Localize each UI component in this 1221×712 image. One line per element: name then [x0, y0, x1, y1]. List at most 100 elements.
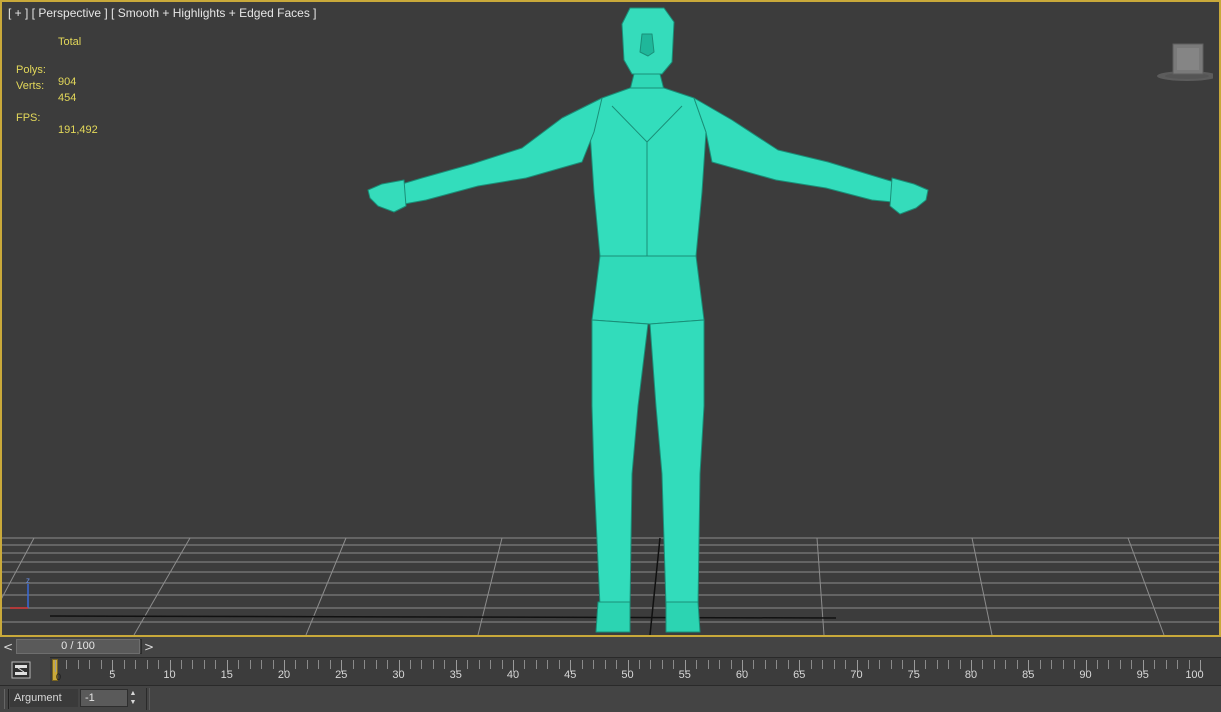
- trackbar-tick-label: 50: [621, 669, 634, 681]
- trackbar-tick: [902, 660, 904, 669]
- trackbar-tick: [822, 660, 824, 669]
- trackbar-tick-label: 100: [1185, 669, 1204, 681]
- trackbar-tick: [787, 660, 789, 669]
- argument-input[interactable]: -1: [80, 689, 128, 707]
- trackbar-tick-label: 70: [850, 669, 863, 681]
- trackbar-tick-label: 80: [964, 669, 978, 681]
- current-frame-marker-label: 0: [56, 672, 62, 682]
- trackbar-tick: [1062, 660, 1064, 669]
- trackbar-tick: [650, 660, 652, 669]
- trackbar-tick: [478, 660, 480, 669]
- trackbar-tick: [238, 660, 240, 669]
- trackbar-tick: [936, 660, 938, 669]
- trackbar-tick: [1165, 660, 1167, 669]
- trackbar-tick: [432, 660, 434, 669]
- trackbar-tick: [318, 660, 320, 669]
- trackbar-tick: [993, 660, 995, 669]
- stats-header: Total: [58, 36, 82, 48]
- trackbar-tick: [730, 660, 732, 669]
- trackbar-tick: [673, 660, 675, 669]
- trackbar-tick: [1074, 660, 1076, 669]
- trackbar-tick: [352, 660, 354, 669]
- trackbar-tick: [925, 660, 927, 669]
- argument-label: Argument: [10, 689, 78, 707]
- trackbar-tick-label: 15: [220, 669, 233, 681]
- fps-value: 191,492: [58, 124, 98, 136]
- trackbar-tick: [89, 660, 91, 669]
- time-slider-thumb[interactable]: 0 / 100: [16, 639, 140, 654]
- trackbar-tick: [467, 660, 469, 669]
- viewport-scene: z: [2, 7, 1219, 635]
- trackbar-tick: [146, 660, 148, 669]
- trackbar-tick: [547, 660, 549, 669]
- viewport-label[interactable]: [ + ] [ Perspective ] [ Smooth + Highlig…: [8, 6, 317, 20]
- spinner-up-icon[interactable]: ▲: [128, 689, 138, 698]
- trackbar-tick: [135, 660, 137, 669]
- trackbar-tick: [581, 660, 583, 669]
- trackbar-tick: [1154, 660, 1156, 669]
- spinner-down-icon[interactable]: ▼: [128, 698, 138, 707]
- trackbar-tick: [948, 660, 950, 669]
- trackbar-tick: [409, 660, 411, 669]
- trackbar-tick: [329, 660, 331, 669]
- status-bar-separator: [146, 688, 150, 710]
- trackbar-tick: [1051, 660, 1053, 669]
- trackbar-tick: [249, 660, 251, 669]
- trackbar-tick-label: 75: [907, 669, 920, 681]
- time-slider-prev-button[interactable]: <: [1, 639, 15, 655]
- trackbar-tick: [810, 660, 812, 669]
- status-bar-grip: [4, 689, 9, 709]
- trackbar-tick: [192, 660, 194, 669]
- trackbar-tick-label: 5: [109, 669, 116, 681]
- trackbar-tick: [421, 660, 423, 669]
- trackbar-tick: [272, 660, 274, 669]
- trackbar-tick: [890, 660, 892, 669]
- time-slider-next-button[interactable]: >: [142, 639, 156, 655]
- trackbar-tick: [959, 660, 961, 669]
- trackbar-ruler[interactable]: 0 5 10 15 20 25 30 35 40 45 50 55 60 65 70 75 80 85 90 95 1…: [50, 657, 1221, 686]
- trackbar-tick-label: 20: [277, 669, 291, 681]
- trackbar-tick: [1096, 660, 1098, 669]
- trackbar-tick: [215, 660, 217, 669]
- trackbar-tick: [306, 660, 308, 669]
- trackbar-tick: [1005, 660, 1007, 669]
- trackbar-tick: [524, 660, 526, 669]
- trackbar-tick: [364, 660, 366, 669]
- trackbar-tick-label: 60: [735, 669, 749, 681]
- argument-spinner[interactable]: ▲ ▼: [128, 689, 138, 707]
- trackbar-tick: [604, 660, 606, 669]
- fps-label: FPS:: [16, 112, 41, 124]
- trackbar-tick: [845, 660, 847, 669]
- viewcube-icon[interactable]: [1153, 42, 1213, 86]
- trackbar-tick: [982, 660, 984, 669]
- trackbar-tick-label: 10: [163, 669, 176, 681]
- perspective-viewport[interactable]: z [ + ] [ Perspective ] [ Smooth + Highl…: [0, 0, 1221, 637]
- trackbar-tick: [833, 660, 835, 669]
- trackbar-tick-label: 35: [449, 669, 462, 681]
- trackbar-tick: [123, 660, 125, 669]
- trackbar-tick-label: 40: [506, 669, 520, 681]
- trackbar-tick: [77, 660, 79, 669]
- axis-gizmo: z: [10, 576, 30, 609]
- trackbar-tick: [180, 660, 182, 669]
- trackbar-tick: [375, 660, 377, 669]
- trackbar-tick: [501, 660, 503, 669]
- trackbar-tick: [558, 660, 560, 669]
- trackbar-tick: [764, 660, 766, 669]
- trackbar-tick: [535, 660, 537, 669]
- trackbar-tick: [490, 660, 492, 669]
- status-bar: Argument -1 ▲ ▼: [0, 685, 1221, 712]
- trackbar-tick: [593, 660, 595, 669]
- trackbar-tick: [295, 660, 297, 669]
- trackbar-tick: [616, 660, 618, 669]
- trackbar-tick: [203, 660, 205, 669]
- verts-label: Verts:: [16, 80, 45, 92]
- trackbar-tick: [879, 660, 881, 669]
- trackbar-tick: [387, 660, 389, 669]
- grid-axis-x: [49, 615, 837, 619]
- trackbar-tick-label: 85: [1022, 669, 1035, 681]
- curve-editor-icon[interactable]: [10, 661, 32, 679]
- trackbar-tick: [707, 660, 709, 669]
- trackbar-tick: [158, 660, 160, 669]
- trackbar-tick: [661, 660, 663, 669]
